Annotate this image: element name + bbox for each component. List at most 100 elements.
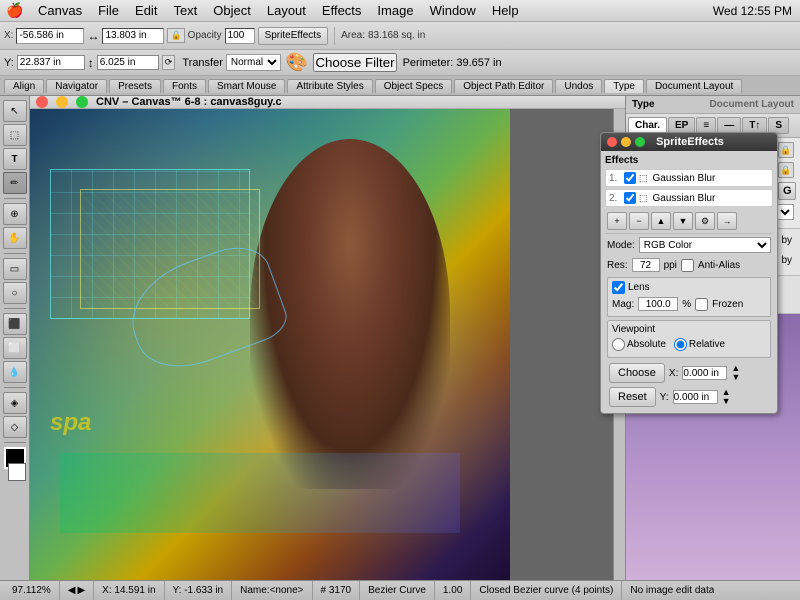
style-g-btn[interactable]: G <box>778 182 796 200</box>
tool-select[interactable]: ⬚ <box>3 124 27 146</box>
x-coord-input[interactable] <box>682 366 727 380</box>
tool-node[interactable]: ◇ <box>3 416 27 438</box>
choose-filter-button[interactable]: Choose Filter <box>313 53 396 72</box>
sprite-content: Effects 1. ⬚ Gaussian Blur 2. ⬚ Gaussian… <box>601 151 777 413</box>
menu-effects[interactable]: Effects <box>314 1 370 20</box>
arrow-right-icon[interactable]: ↔ <box>87 29 99 43</box>
choose-button[interactable]: Choose <box>609 363 665 383</box>
win-min-btn[interactable] <box>621 137 631 147</box>
absolute-option[interactable]: Absolute <box>612 338 666 351</box>
name-value: Name:<none> <box>240 585 303 596</box>
arrow-up-icon[interactable]: ↕ <box>88 56 94 70</box>
tab-object-path-editor[interactable]: Object Path Editor <box>454 79 553 93</box>
tab-presets[interactable]: Presets <box>109 79 161 93</box>
effect-row-1: 1. ⬚ Gaussian Blur <box>605 169 773 187</box>
tool-text[interactable]: T <box>3 148 27 170</box>
tab-type[interactable]: Type <box>604 79 644 93</box>
tab-align[interactable]: Align <box>4 79 44 93</box>
win-max-btn[interactable] <box>635 137 645 147</box>
win-close-btn[interactable] <box>607 137 617 147</box>
height-input[interactable] <box>97 55 159 70</box>
absolute-label: Absolute <box>627 339 666 350</box>
canvas-close-btn[interactable] <box>36 96 48 108</box>
tab-object-specs[interactable]: Object Specs <box>375 79 452 93</box>
menu-edit[interactable]: Edit <box>127 1 165 20</box>
effect-add-btn[interactable]: + <box>607 212 627 230</box>
y-label: Y: <box>4 57 14 69</box>
menu-window[interactable]: Window <box>422 1 484 20</box>
perimeter-label: Perimeter: <box>403 57 454 69</box>
res-input[interactable] <box>632 258 660 272</box>
scroll-nav[interactable]: ◀ ▶ <box>60 581 94 600</box>
canvas-title: CNV – Canvas™ 6-8 : canvas8guy.c <box>96 96 282 108</box>
y-spinner[interactable]: ▲▼ <box>722 388 731 406</box>
apple-menu[interactable]: 🍎 <box>0 2 30 19</box>
width-input[interactable] <box>102 28 164 44</box>
sprite-effects-button[interactable]: SpriteEffects <box>258 27 329 45</box>
absolute-radio[interactable] <box>612 338 625 351</box>
tool-fill[interactable]: ⬛ <box>3 313 27 335</box>
canvas-area[interactable]: spa <box>30 109 625 580</box>
tool-pen[interactable]: ✏ <box>3 172 27 194</box>
tool-zoom[interactable]: ⊕ <box>3 203 27 225</box>
relative-option[interactable]: Relative <box>674 338 725 351</box>
font-lock-icon[interactable]: 🔒 <box>778 142 794 158</box>
frozen-checkbox[interactable] <box>695 298 708 311</box>
effect-export-btn[interactable]: → <box>717 212 737 230</box>
y-coord-input[interactable] <box>673 390 718 404</box>
relative-radio[interactable] <box>674 338 687 351</box>
x-input[interactable] <box>16 28 84 44</box>
x-spinner[interactable]: ▲▼ <box>731 364 740 382</box>
tool-arrow[interactable]: ↖ <box>3 100 27 122</box>
tool-separator5 <box>4 442 26 443</box>
menu-canvas[interactable]: Canvas <box>30 1 90 20</box>
tab-fonts[interactable]: Fonts <box>163 79 206 93</box>
menu-object[interactable]: Object <box>205 1 259 20</box>
lens-checkbox[interactable] <box>612 281 625 294</box>
effect-checkbox-1[interactable] <box>624 172 636 184</box>
effect-num-1: 1. <box>609 173 621 184</box>
effect-checkbox-2[interactable] <box>624 192 636 204</box>
size-lock-icon[interactable]: 🔒 <box>778 162 794 178</box>
canvas-min-btn[interactable] <box>56 96 68 108</box>
effect-remove-btn[interactable]: − <box>629 212 649 230</box>
separator <box>334 27 335 45</box>
tool-stroke[interactable]: ⬜ <box>3 337 27 359</box>
mag-input[interactable] <box>638 297 678 311</box>
tool-hand[interactable]: ✋ <box>3 227 27 249</box>
tab-navigator[interactable]: Navigator <box>46 79 107 93</box>
rotate-icon[interactable]: ⟳ <box>162 55 176 70</box>
menu-file[interactable]: File <box>90 1 127 20</box>
tab-smart-mouse[interactable]: Smart Mouse <box>208 79 285 93</box>
effect-down-btn[interactable]: ▼ <box>673 212 693 230</box>
tab-undos[interactable]: Undos <box>555 79 602 93</box>
effect-up-btn[interactable]: ▲ <box>651 212 671 230</box>
tool-rect[interactable]: ▭ <box>3 258 27 280</box>
lens-label: Lens <box>628 282 650 293</box>
tool-separator <box>4 198 26 199</box>
effect-settings-btn[interactable]: ⚙ <box>695 212 715 230</box>
nav-forward-btn[interactable]: ▶ <box>77 585 85 596</box>
canvas-max-btn[interactable] <box>76 96 88 108</box>
mode-select[interactable]: RGB Color <box>639 237 771 253</box>
color-swatch-bg[interactable] <box>8 463 26 481</box>
tab-document-layout[interactable]: Document Layout <box>646 79 742 93</box>
tool-ellipse[interactable]: ○ <box>3 282 27 304</box>
res-row: Res: ppi Anti-Alias <box>605 256 773 274</box>
opacity-input[interactable] <box>225 28 255 44</box>
menu-text[interactable]: Text <box>165 1 205 20</box>
toolbox: ↖ ⬚ T ✏ ⊕ ✋ ▭ ○ ⬛ ⬜ 💧 ◈ ◇ <box>0 96 30 580</box>
lock-icon[interactable]: 🔒 <box>167 28 184 43</box>
transfer-select[interactable]: Normal <box>226 54 281 71</box>
nav-back-btn[interactable]: ◀ <box>68 585 76 596</box>
anti-alias-checkbox[interactable] <box>681 259 694 272</box>
tool-eyedropper[interactable]: 💧 <box>3 361 27 383</box>
color-icon[interactable]: 🎨 <box>286 52 308 73</box>
menu-help[interactable]: Help <box>484 1 527 20</box>
reset-button[interactable]: Reset <box>609 387 656 407</box>
tool-shape[interactable]: ◈ <box>3 392 27 414</box>
tab-attribute-styles[interactable]: Attribute Styles <box>287 79 372 93</box>
menu-image[interactable]: Image <box>369 1 421 20</box>
y-input[interactable] <box>17 55 85 70</box>
menu-layout[interactable]: Layout <box>259 1 314 20</box>
